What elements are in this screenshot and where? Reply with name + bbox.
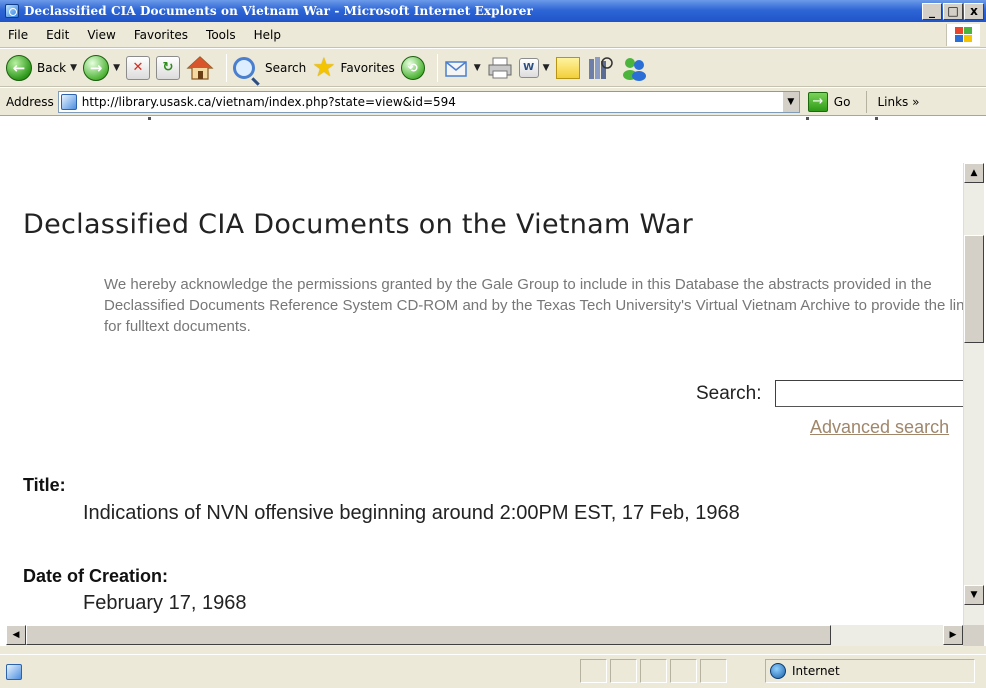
scroll-down-button[interactable]: ▼ [964, 585, 984, 605]
date-field-label: Date of Creation: [23, 566, 169, 586]
refresh-icon: ↻ [155, 55, 180, 80]
address-input[interactable]: http://library.usask.ca/vietnam/index.ph… [57, 90, 800, 113]
print-button[interactable] [487, 56, 513, 80]
edit-dropdown-icon[interactable]: ▼ [543, 63, 550, 73]
go-label: Go [833, 94, 851, 109]
toolbar-separator [436, 53, 438, 82]
horizontal-scrollbar[interactable]: ◀ ▶ [6, 625, 963, 646]
address-url: http://library.usask.ca/vietnam/index.ph… [81, 94, 456, 109]
security-zone[interactable]: Internet [765, 659, 975, 683]
vertical-scrollbar[interactable]: ▲ ▼ [963, 163, 984, 625]
zone-label: Internet [792, 664, 840, 678]
refresh-button[interactable]: ↻ [155, 55, 180, 80]
menu-tools[interactable]: Tools [197, 28, 245, 42]
page-done-icon [6, 663, 22, 680]
favorites-label: Favorites [340, 60, 395, 75]
stop-button[interactable]: ✕ [125, 55, 150, 80]
window-title: Declassified CIA Documents on Vietnam Wa… [24, 4, 533, 18]
cropped-top-edge [6, 117, 963, 122]
scroll-right-button[interactable]: ▶ [943, 625, 963, 645]
status-pane [670, 659, 697, 683]
back-label: Back [37, 60, 67, 75]
menu-bar: File Edit View Favorites Tools Help [0, 22, 986, 48]
back-button[interactable]: ← Back ▼ [6, 54, 77, 81]
research-button[interactable] [586, 55, 614, 81]
mail-button[interactable]: ▼ [444, 57, 481, 79]
scrollbar-corner [963, 625, 984, 646]
go-button[interactable]: → Go [807, 91, 851, 112]
links-button[interactable]: Links » [866, 90, 919, 113]
close-button[interactable]: x [964, 2, 984, 20]
menu-file[interactable]: File [0, 28, 37, 42]
status-bar: Internet [0, 654, 986, 688]
menu-help[interactable]: Help [245, 28, 290, 42]
internet-globe-icon [770, 663, 786, 679]
status-pane [610, 659, 637, 683]
mail-dropdown-icon[interactable]: ▼ [474, 63, 481, 73]
search-button[interactable]: Search [232, 56, 307, 79]
status-pane [640, 659, 667, 683]
status-panes [580, 659, 730, 683]
note-icon [555, 56, 580, 79]
address-label: Address [6, 94, 54, 109]
address-dropdown-icon[interactable]: ▼ [781, 91, 799, 112]
forward-button[interactable]: → ▼ [83, 54, 120, 81]
advanced-search-link[interactable]: Advanced search [810, 417, 949, 438]
window-bottom-edge [0, 646, 986, 654]
ie-logo-icon [5, 4, 19, 18]
page-content: Declassified CIA Documents on the Vietna… [6, 117, 963, 625]
home-button[interactable] [186, 55, 214, 81]
discuss-button[interactable] [555, 56, 580, 79]
forward-dropdown-icon[interactable]: ▼ [113, 63, 120, 73]
back-arrow-icon: ← [6, 54, 32, 81]
window-titlebar[interactable]: Declassified CIA Documents on Vietnam Wa… [0, 0, 986, 22]
page-icon [60, 93, 77, 110]
messenger-people-icon [622, 57, 646, 81]
back-dropdown-icon[interactable]: ▼ [70, 63, 77, 73]
word-edit-icon: W [518, 57, 539, 78]
mail-icon [445, 60, 467, 77]
title-field-value: Indications of NVN offensive beginning a… [83, 502, 740, 524]
maximize-button[interactable]: □ [943, 2, 963, 20]
search-label: Search [264, 60, 307, 75]
search-icon [232, 56, 255, 79]
search-row: Search: [696, 380, 963, 407]
menu-view[interactable]: View [78, 28, 124, 42]
home-icon [186, 55, 214, 80]
search-field-label: Search: [696, 382, 762, 404]
go-arrow-icon: → [807, 91, 828, 112]
search-input[interactable] [775, 380, 963, 407]
toolbar-separator [225, 53, 227, 82]
forward-arrow-icon: → [83, 54, 110, 81]
windows-flag-icon [946, 23, 980, 46]
scroll-left-button[interactable]: ◀ [6, 625, 26, 645]
address-bar: Address http://library.usask.ca/vietnam/… [0, 88, 986, 116]
date-field-value: February 17, 1968 [83, 592, 247, 614]
history-button[interactable]: ⟲ [400, 55, 425, 80]
acknowledgement-text: We hereby acknowledge the permissions gr… [104, 276, 963, 335]
window-controls: _ □ x [922, 2, 984, 20]
status-pane [580, 659, 607, 683]
scroll-up-button[interactable]: ▲ [964, 163, 984, 183]
stop-icon: ✕ [125, 55, 150, 80]
status-pane [700, 659, 727, 683]
print-icon [488, 57, 512, 78]
favorites-star-icon: ★ [312, 52, 336, 83]
horizontal-scroll-thumb[interactable] [26, 625, 831, 645]
standard-toolbar: ← Back ▼ → ▼ ✕ ↻ Search ★ Favorites ⟲ ▼ [0, 49, 986, 87]
history-icon: ⟲ [400, 55, 425, 80]
vertical-scroll-thumb[interactable] [964, 235, 984, 343]
title-field-label: Title: [23, 475, 66, 495]
edit-button[interactable]: W ▼ [518, 57, 550, 78]
favorites-button[interactable]: ★ Favorites [312, 55, 395, 81]
menu-favorites[interactable]: Favorites [125, 28, 197, 42]
menu-edit[interactable]: Edit [37, 28, 78, 42]
research-books-icon [588, 56, 613, 79]
messenger-button[interactable] [620, 55, 648, 81]
page-title: Declassified CIA Documents on the Vietna… [23, 209, 694, 240]
minimize-button[interactable]: _ [922, 2, 942, 20]
